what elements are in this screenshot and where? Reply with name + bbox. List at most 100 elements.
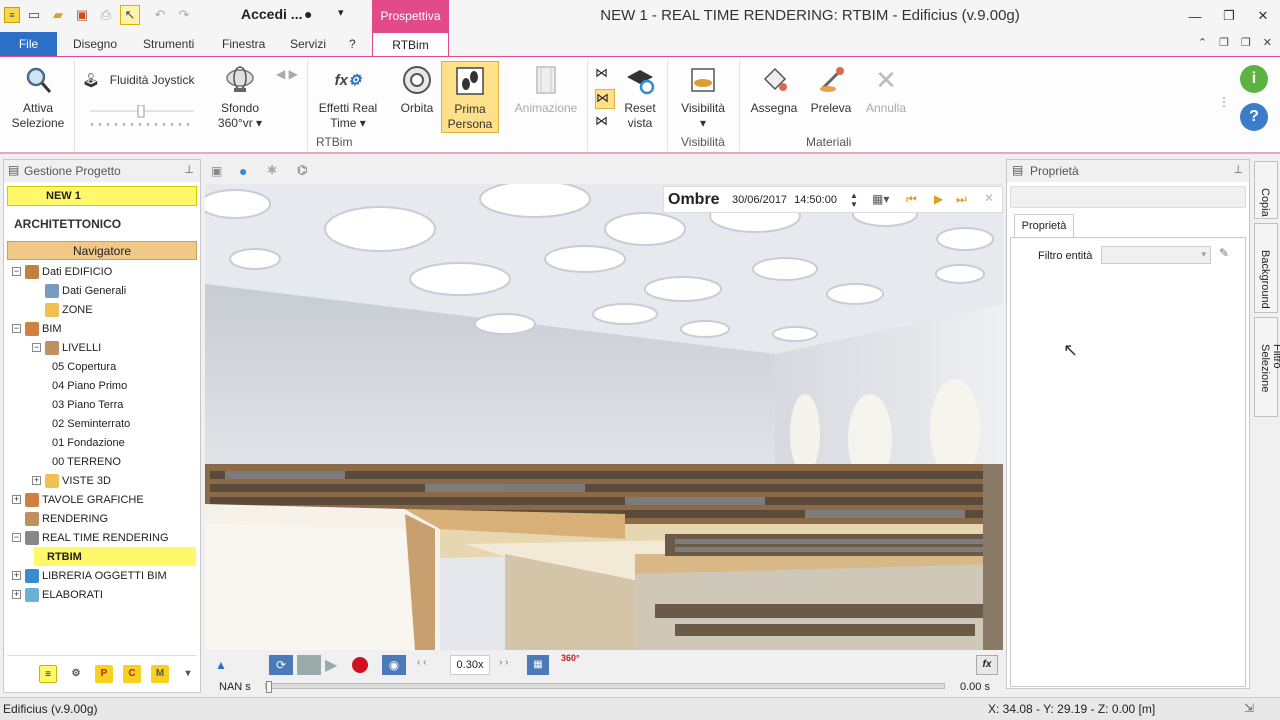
tab-strumenti[interactable]: Strumenti bbox=[143, 37, 194, 51]
expand-icon[interactable]: + bbox=[12, 590, 21, 599]
filter-edit-icon[interactable]: ✎ bbox=[1219, 246, 1229, 260]
view-mode3-icon[interactable]: ⋈ bbox=[595, 113, 615, 133]
navigator-button[interactable]: Navigatore bbox=[7, 241, 197, 260]
preleva-button[interactable]: Preleva bbox=[808, 63, 854, 116]
nav-arrows-icon[interactable]: ◀ ▶ bbox=[276, 67, 298, 81]
tab-proprieta[interactable]: Proprietà bbox=[1014, 214, 1074, 238]
open-folder-icon[interactable]: ▰ bbox=[48, 5, 68, 25]
tree-item[interactable]: RTBIM bbox=[34, 547, 196, 566]
tree-item[interactable]: − Dati EDIFICIO bbox=[12, 262, 112, 281]
tab-servizi[interactable]: Servizi bbox=[290, 37, 326, 51]
play-button-icon[interactable]: ▶ bbox=[325, 655, 349, 675]
share-icon[interactable]: ⌬ bbox=[297, 163, 307, 177]
info-icon[interactable]: i bbox=[1240, 65, 1268, 93]
new-file-icon[interactable]: ▭ bbox=[24, 5, 44, 25]
visibilita-button[interactable]: Visibilità ▾ bbox=[676, 63, 730, 131]
effetti-real-time-button[interactable]: fx ⚙ Effetti Real Time ▾ bbox=[315, 63, 381, 131]
render-icon[interactable]: ▦ bbox=[527, 655, 549, 675]
tree-item[interactable]: + ELABORATI bbox=[12, 585, 103, 604]
filter-select[interactable]: ▾ bbox=[1101, 246, 1211, 264]
tab-help[interactable]: ? bbox=[349, 37, 356, 51]
collapse-icon[interactable]: − bbox=[32, 343, 41, 352]
user-icon[interactable]: ● bbox=[304, 6, 312, 22]
annulla-button[interactable]: ✕ Annulla bbox=[862, 63, 910, 116]
tab-background[interactable]: Background bbox=[1254, 223, 1278, 313]
help-icon[interactable]: ? bbox=[1240, 103, 1268, 131]
login-link[interactable]: Accedi ... bbox=[241, 6, 302, 22]
orbita-button[interactable]: Orbita bbox=[394, 63, 440, 116]
view-mode1-icon[interactable]: ⋈ bbox=[595, 65, 615, 85]
view-mode2-icon[interactable]: ⋈ bbox=[595, 89, 615, 109]
render-viewport[interactable] bbox=[205, 184, 1003, 650]
tree-item[interactable]: − BIM bbox=[12, 319, 62, 338]
chevron-down-icon[interactable]: ▾ bbox=[338, 6, 344, 19]
collapse-icon[interactable]: − bbox=[12, 324, 21, 333]
tree-item[interactable]: 03 Piano Terra bbox=[52, 395, 123, 414]
attiva-selezione-button[interactable]: Attiva Selezione bbox=[8, 63, 68, 131]
tab-finestra[interactable]: Finestra bbox=[222, 37, 265, 51]
move-icon[interactable]: ✱ bbox=[267, 163, 277, 177]
restore-icon[interactable]: ❐ bbox=[1212, 0, 1246, 32]
vr360-icon[interactable]: 360° bbox=[561, 653, 589, 675]
camera-icon[interactable]: ◉ bbox=[382, 655, 406, 675]
tree-item[interactable]: + VISTE 3D bbox=[32, 471, 111, 490]
doc-restore-icon[interactable]: ❐ bbox=[1219, 36, 1229, 49]
close-icon[interactable]: ✕ bbox=[984, 191, 994, 205]
c-icon[interactable]: C bbox=[123, 665, 141, 683]
tree-item[interactable]: − LIVELLI bbox=[32, 338, 101, 357]
tree-item[interactable]: Dati Generali bbox=[32, 281, 126, 300]
record-icon[interactable] bbox=[352, 657, 368, 673]
minimize-icon[interactable]: — bbox=[1178, 0, 1212, 32]
shadow-time[interactable]: 14:50:00 bbox=[794, 194, 837, 206]
skip-forward-icon[interactable]: ⏭ bbox=[956, 192, 967, 207]
triangle-up-icon[interactable]: ▲ bbox=[215, 658, 227, 672]
tree-view-icon[interactable]: ≡ bbox=[39, 665, 57, 683]
expand-icon[interactable]: + bbox=[12, 495, 21, 504]
stop-icon[interactable] bbox=[297, 655, 321, 675]
m-icon[interactable]: M bbox=[151, 665, 169, 683]
speed-down-icon[interactable]: ‹ ‹ bbox=[417, 657, 426, 668]
save-icon[interactable]: ▣ bbox=[72, 5, 92, 25]
pin-icon[interactable]: ⊥ bbox=[1233, 163, 1243, 176]
pin-icon[interactable]: ⊥ bbox=[184, 163, 194, 176]
expand-icon[interactable]: + bbox=[32, 476, 41, 485]
tree-item[interactable]: + TAVOLE GRAFICHE bbox=[12, 490, 144, 509]
fx-settings-icon[interactable]: fx bbox=[976, 655, 998, 675]
timeline-slider[interactable] bbox=[265, 681, 945, 693]
animazione-button[interactable]: Animazione bbox=[512, 63, 580, 116]
tree-item[interactable]: 05 Copertura bbox=[52, 357, 116, 376]
play-icon[interactable]: ▶ bbox=[934, 192, 943, 206]
sfondo-button[interactable]: Sfondo 360°vr ▾ bbox=[212, 63, 268, 131]
shadow-date[interactable]: 30/06/2017 bbox=[732, 194, 787, 206]
tree-item[interactable]: 01 Fondazione bbox=[52, 433, 125, 452]
tab-rtbim[interactable]: RTBim bbox=[372, 32, 449, 57]
globe-icon[interactable]: ● bbox=[239, 163, 247, 179]
tree-item[interactable]: RENDERING bbox=[12, 509, 108, 528]
reset-vista-button[interactable]: Reset vista bbox=[621, 63, 659, 131]
tree-item[interactable]: 00 TERRENO bbox=[52, 452, 121, 471]
expand-icon[interactable]: + bbox=[12, 571, 21, 580]
collapse-ribbon-icon[interactable]: ⌃ bbox=[1198, 36, 1207, 49]
tab-file[interactable]: File bbox=[0, 32, 57, 56]
fluidita-slider[interactable] bbox=[90, 105, 194, 129]
p-icon[interactable]: P bbox=[95, 665, 113, 683]
app-menu-icon[interactable]: ≡ bbox=[4, 7, 20, 23]
assegna-button[interactable]: Assegna bbox=[748, 63, 800, 116]
tree-item[interactable]: 02 Seminterrato bbox=[52, 414, 130, 433]
speed-up-icon[interactable]: › › bbox=[499, 657, 508, 668]
select-cursor-icon[interactable]: ↖ bbox=[120, 5, 140, 25]
undo-icon[interactable]: ↶ bbox=[150, 5, 170, 25]
shadow-datetime[interactable]: 30/06/2017 14:50:00 bbox=[732, 194, 837, 206]
redo-icon[interactable]: ↷ bbox=[174, 5, 194, 25]
tree-item[interactable]: − REAL TIME RENDERING bbox=[12, 528, 169, 547]
collapse-icon[interactable]: − bbox=[12, 533, 21, 542]
tree-item[interactable]: ZONE bbox=[32, 300, 93, 319]
layout-icon[interactable]: ▣ bbox=[211, 164, 222, 178]
calendar-icon[interactable]: ▦▾ bbox=[872, 192, 889, 206]
speed-value[interactable]: 0.30x bbox=[450, 655, 490, 675]
prima-persona-button[interactable]: Prima Persona bbox=[441, 61, 499, 133]
doc-close-icon[interactable]: ✕ bbox=[1263, 36, 1272, 49]
timeline-handle[interactable] bbox=[266, 681, 272, 693]
objects-icon[interactable]: ⚙ bbox=[67, 665, 85, 683]
tab-filtro-selezione[interactable]: Filtro Selezione bbox=[1254, 317, 1280, 417]
